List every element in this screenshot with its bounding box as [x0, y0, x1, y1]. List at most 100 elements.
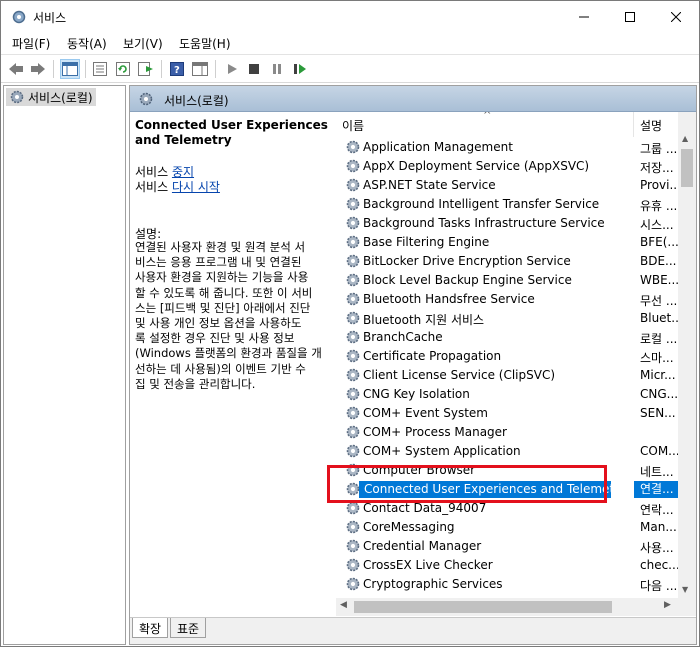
service-description: Man... — [640, 520, 677, 534]
table-row[interactable]: BranchCache 로컬 ... — [336, 328, 678, 347]
service-description: chec... — [640, 558, 678, 572]
service-gear-icon — [345, 177, 361, 196]
window-title: 서비스 — [33, 11, 67, 25]
service-gear-icon — [345, 386, 361, 405]
view-tabs: 확장 표준 — [130, 617, 696, 644]
column-header-description-label: 설명 — [640, 119, 663, 133]
list-icon — [93, 62, 107, 76]
services-pane: 서비스(로컬) Connected User Experiences and T… — [129, 85, 697, 645]
horizontal-scrollbar[interactable]: ◀ ▶ — [336, 598, 678, 616]
restart-service-button[interactable] — [290, 59, 310, 79]
scroll-right-icon[interactable]: ▶ — [664, 600, 671, 610]
forward-button[interactable] — [28, 59, 48, 79]
table-row[interactable]: COM+ Process Manager — [336, 423, 678, 442]
table-row[interactable]: Bluetooth 지원 서비스 Bluet... — [336, 309, 678, 328]
toolbar-separator — [161, 60, 162, 78]
service-description: 연결... — [634, 481, 678, 498]
service-description: BDE... — [640, 254, 677, 268]
toolbar: ? — [1, 54, 699, 83]
services-rows: Application Management 그룹 ... AppX Deploym… — [336, 138, 678, 594]
refresh-button[interactable] — [113, 59, 133, 79]
table-row[interactable]: Bluetooth Handsfree Service 무선 ... — [336, 290, 678, 309]
table-row[interactable]: Block Level Backup Engine Service WBE... — [336, 271, 678, 290]
service-description: CNG... — [640, 387, 678, 401]
stop-icon — [249, 64, 259, 74]
close-button[interactable] — [653, 1, 699, 32]
service-description: 무선 ... — [640, 294, 678, 308]
column-header-name-label: 이름 — [342, 119, 365, 133]
menu-action[interactable]: 동작(A) — [67, 35, 107, 52]
service-name: Cryptographic Services — [363, 577, 503, 591]
service-description: WBE... — [640, 273, 678, 287]
menu-view[interactable]: 보기(V) — [123, 35, 163, 52]
restart-prefix: 서비스 — [135, 180, 172, 194]
scroll-up-icon[interactable]: ▲ — [682, 134, 688, 143]
table-row[interactable]: Credential Manager 사용... — [336, 537, 678, 556]
table-row[interactable]: Background Intelligent Transfer Service 유… — [336, 195, 678, 214]
toolbar-separator — [53, 60, 54, 78]
table-row[interactable]: Base Filtering Engine BFE(... — [336, 233, 678, 252]
menu-bar: 파일(F) 동작(A) 보기(V) 도움말(H) — [1, 32, 699, 54]
export-list-button[interactable] — [136, 59, 156, 79]
service-name: COM+ Event System — [363, 406, 488, 420]
service-gear-icon — [345, 443, 361, 462]
service-gear-icon — [345, 215, 361, 234]
maximize-icon — [625, 11, 635, 22]
vertical-scrollbar[interactable]: ▲ ▼ — [678, 112, 696, 598]
back-arrow-icon — [9, 63, 23, 75]
column-header-description[interactable]: 설명 — [634, 112, 678, 137]
stop-service-link[interactable]: 중지 — [172, 165, 194, 179]
start-service-button[interactable] — [222, 59, 242, 79]
table-row[interactable]: CrossEX Live Checker chec... — [336, 556, 678, 575]
vertical-scroll-thumb[interactable] — [681, 149, 693, 187]
minimize-button[interactable] — [561, 1, 607, 32]
table-row[interactable]: ASP.NET State Service Provi... — [336, 176, 678, 195]
tree-item-label: 서비스(로컬) — [28, 91, 93, 105]
show-hide-action-pane-button[interactable] — [190, 59, 210, 79]
service-description: 네트... — [640, 465, 674, 479]
scroll-left-icon[interactable]: ◀ — [340, 600, 347, 610]
export-icon — [138, 62, 153, 76]
toolbar-separator — [85, 60, 86, 78]
stop-service-button[interactable] — [244, 59, 264, 79]
table-row[interactable]: Certificate Propagation 스마... — [336, 347, 678, 366]
scroll-down-icon[interactable]: ▼ — [682, 585, 688, 594]
horizontal-scroll-thumb[interactable] — [354, 601, 612, 613]
help-button[interactable]: ? — [167, 59, 187, 79]
table-row[interactable]: CoreMessaging Man... — [336, 518, 678, 537]
table-row[interactable]: AppX Deployment Service (AppXSVC) 저장... — [336, 157, 678, 176]
service-actions: 서비스 중지 서비스 다시 시작 — [135, 165, 220, 195]
service-description: 사용... — [640, 541, 674, 555]
service-name: Base Filtering Engine — [363, 235, 490, 249]
service-name: Application Management — [363, 140, 513, 154]
pause-service-button[interactable] — [267, 59, 287, 79]
svg-text:?: ? — [174, 65, 180, 76]
tree-item-services-local[interactable]: 서비스(로컬) — [6, 88, 96, 106]
table-row[interactable]: Background Tasks Infrastructure Service 시… — [336, 214, 678, 233]
service-gear-icon — [345, 139, 361, 158]
table-row[interactable]: CNG Key Isolation CNG... — [336, 385, 678, 404]
restart-service-link[interactable]: 다시 시작 — [172, 180, 220, 194]
services-list: ^ 이름 설명 Application Management 그룹 ... AppX… — [336, 112, 696, 616]
table-row[interactable]: Client License Service (ClipSVC) Micr... — [336, 366, 678, 385]
properties-button[interactable] — [90, 59, 110, 79]
table-row[interactable]: COM+ System Application COM... — [336, 442, 678, 461]
tab-standard[interactable]: 표준 — [170, 618, 207, 638]
service-name: Bluetooth Handsfree Service — [363, 292, 535, 306]
service-description: Bluet... — [640, 311, 678, 325]
console-tree: 서비스(로컬) — [3, 85, 126, 645]
table-row[interactable]: BitLocker Drive Encryption Service BDE... — [336, 252, 678, 271]
highlight-box — [327, 465, 607, 503]
service-name: CrossEX Live Checker — [363, 558, 493, 572]
table-row[interactable]: Application Management 그룹 ... — [336, 138, 678, 157]
back-button[interactable] — [6, 59, 26, 79]
tab-extended[interactable]: 확장 — [132, 618, 169, 638]
show-hide-tree-button[interactable] — [60, 59, 80, 79]
menu-help[interactable]: 도움말(H) — [179, 35, 231, 52]
table-row[interactable]: COM+ Event System SEN... — [336, 404, 678, 423]
maximize-button[interactable] — [607, 1, 653, 32]
menu-file[interactable]: 파일(F) — [12, 35, 50, 52]
table-row[interactable]: Cryptographic Services 다음 ... — [336, 575, 678, 594]
service-gear-icon — [345, 310, 361, 329]
column-header-name[interactable]: ^ 이름 — [336, 112, 634, 137]
